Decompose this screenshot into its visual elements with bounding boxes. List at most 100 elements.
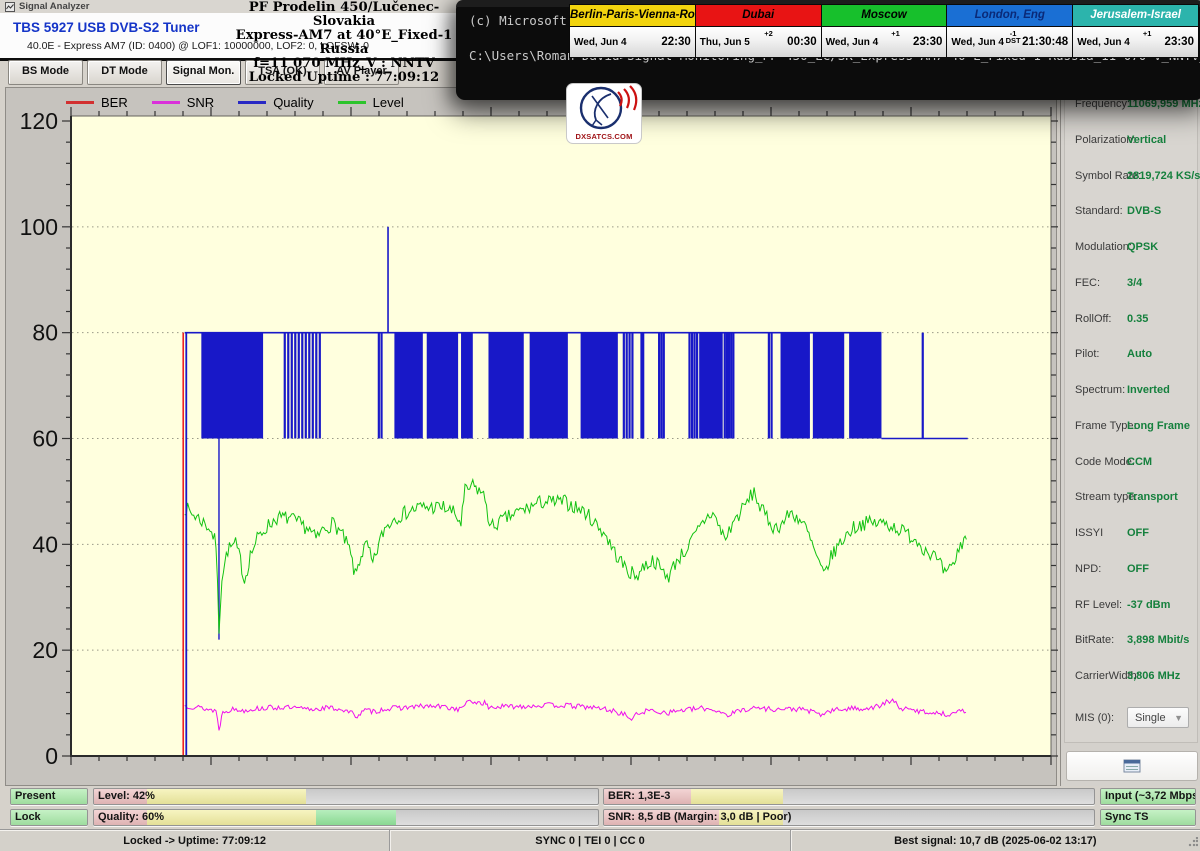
- clock-offset: +1: [1143, 30, 1152, 37]
- param-row: Code Mode:CCM: [1065, 456, 1197, 470]
- mis-select[interactable]: Single▼: [1127, 707, 1189, 728]
- param-row: RollOff: 0.35: [1065, 313, 1197, 327]
- statusbar-cell: Locked -> Uptime: 77:09:12: [0, 830, 390, 851]
- param-value: QPSK: [1127, 241, 1158, 253]
- param-row: Symbol Rate:2819,724 KS/s: [1065, 170, 1197, 184]
- station-overlay-header: PF Prodelin 450/Lučenec-Slovakia Express…: [230, 1, 458, 85]
- legend-item-quality: Quality: [238, 95, 313, 110]
- param-value: 0.35: [1127, 313, 1148, 325]
- progress-bar-snr: SNR: 8,5 dB (Margin: 3,0 dB | Poor): [603, 809, 1095, 826]
- statusbar-cell: SYNC 0 | TEI 0 | CC 0: [390, 830, 790, 851]
- sidebar-tool-button[interactable]: [1066, 751, 1198, 781]
- param-label: RollOff:: [1075, 313, 1111, 325]
- param-label: Pilot:: [1075, 348, 1099, 360]
- progress-segment: [147, 810, 316, 825]
- param-value: 3/4: [1127, 277, 1142, 289]
- progress-label: Sync TS: [1105, 811, 1148, 823]
- svg-text:0: 0: [45, 743, 58, 769]
- param-label: Code Mode:: [1075, 456, 1135, 468]
- clock-date: Wed, Jun 4: [1077, 37, 1130, 48]
- param-value: DVB-S: [1127, 205, 1161, 217]
- dxsatcs-logo: DXSATCS.COM: [566, 83, 642, 144]
- clock-date: Wed, Jun 4: [574, 37, 627, 48]
- signal-history-chart: 0 20 40 60 80 100 120: [6, 88, 1058, 787]
- clock-city: Berlin-Paris-Vienna-Roma: [570, 5, 695, 27]
- progress-label: BER: 1,3E-3: [608, 790, 670, 802]
- progress-segment: [147, 789, 306, 804]
- statusbar-cell: Best signal: 10,7 dB (2025-06-02 13:17): [791, 830, 1200, 851]
- progress-bar-present: Present: [10, 788, 88, 805]
- legend-swatch: [238, 101, 266, 104]
- progress-bar-sync-ts: Sync TS: [1100, 809, 1196, 826]
- clock-offset: -1DST: [1006, 30, 1021, 44]
- svg-text:40: 40: [32, 531, 58, 557]
- progress-bar-input-3-72-mbps-: Input (~3,72 Mbps): [1100, 788, 1196, 805]
- param-label: NPD:: [1075, 563, 1101, 575]
- param-value: 2819,724 KS/s: [1127, 170, 1200, 182]
- param-value: Vertical: [1127, 134, 1166, 146]
- param-row: BitRate:3,898 Mbit/s: [1065, 634, 1197, 648]
- param-row: CarrierWidth:3,806 MHz: [1065, 670, 1197, 684]
- window-title: Signal Analyzer: [19, 1, 89, 12]
- tab-dt-mode[interactable]: DT Mode: [87, 60, 162, 85]
- list-icon: [1123, 759, 1141, 773]
- parameters-sidebar: Frequency:11069,959 MHz Polarization:Vert…: [1060, 87, 1200, 786]
- param-row: NPD: OFF: [1065, 563, 1197, 577]
- param-value: Inverted: [1127, 384, 1170, 396]
- overlay-line: Express-AM7 at 40°E_Fixed-1 Russia: [230, 29, 458, 57]
- param-value: Long Frame: [1127, 420, 1190, 432]
- overlay-line: f=11 070 MHz_V : NNTV: [230, 57, 458, 71]
- clock-date: Wed, Jun 4: [951, 37, 1004, 48]
- legend-label: Quality: [273, 95, 313, 110]
- svg-text:20: 20: [32, 637, 58, 663]
- progress-segment: [691, 789, 784, 804]
- legend-item-level: Level: [338, 95, 404, 110]
- signal-chart-panel: BERSNRQualityLevel 020406080100120 DXSAT…: [5, 87, 1057, 786]
- clock-time: 00:30: [787, 36, 816, 48]
- clock-date: Thu, Jun 5: [700, 37, 750, 48]
- satellite-dish-icon: [568, 84, 640, 130]
- clock-dubai: DubaiThu, Jun 5+200:30: [695, 5, 821, 57]
- param-label: RF Level:: [1075, 599, 1122, 611]
- param-row: RF Level: -37 dBm: [1065, 599, 1197, 613]
- legend-item-ber: BER: [66, 95, 128, 110]
- svg-text:120: 120: [20, 108, 58, 134]
- param-value: 3,898 Mbit/s: [1127, 634, 1189, 646]
- param-label: Standard:: [1075, 205, 1123, 217]
- clock-time: 21:30:48: [1022, 36, 1068, 48]
- param-value: OFF: [1127, 563, 1149, 575]
- param-value: CCM: [1127, 456, 1152, 468]
- clock-time: 23:30: [913, 36, 942, 48]
- param-label: MIS (0):: [1075, 712, 1114, 724]
- clock-time-row: Wed, Jun 4 22:30: [570, 27, 695, 57]
- tab-bs-mode[interactable]: BS Mode: [8, 60, 83, 85]
- overlay-line: Locked Uptime : 77:09:12: [230, 71, 458, 85]
- svg-text:60: 60: [32, 426, 58, 452]
- parameters-list: Frequency:11069,959 MHz Polarization:Vert…: [1064, 89, 1198, 743]
- clock-time-row: Thu, Jun 5+200:30: [696, 27, 821, 57]
- statusbar: Locked -> Uptime: 77:09:12SYNC 0 | TEI 0…: [0, 829, 1200, 851]
- world-clocks-panel: Berlin-Paris-Vienna-Roma Wed, Jun 4 22:30 D…: [569, 4, 1199, 58]
- svg-text:80: 80: [32, 320, 58, 346]
- param-label: Modulation:: [1075, 241, 1132, 253]
- progress-bar-lock: Lock: [10, 809, 88, 826]
- param-row: Pilot:Auto: [1065, 348, 1197, 362]
- chevron-down-icon: ▼: [1174, 708, 1183, 728]
- legend-label: Level: [373, 95, 404, 110]
- param-row: Modulation:QPSK: [1065, 241, 1197, 255]
- clock-jerusalem-israel: Jerusalem-IsraelWed, Jun 4+123:30: [1072, 5, 1198, 57]
- param-row: Polarization:Vertical: [1065, 134, 1197, 148]
- clock-time-row: Wed, Jun 4-1DST21:30:48: [947, 27, 1072, 57]
- param-row: Spectrum:Inverted: [1065, 384, 1197, 398]
- clock-city: London, Eng: [947, 5, 1072, 27]
- param-row: Frequency:11069,959 MHz: [1065, 98, 1197, 112]
- progress-label: Present: [15, 790, 55, 802]
- clock-time: 22:30: [661, 36, 690, 48]
- resize-grip[interactable]: [1188, 837, 1198, 847]
- param-value: -37 dBm: [1127, 599, 1170, 611]
- progress-segment: [316, 810, 397, 825]
- param-row: Frame Type:Long Frame: [1065, 420, 1197, 434]
- progress-label: SNR: 8,5 dB (Margin: 3,0 dB | Poor): [608, 811, 791, 823]
- clock-time: 23:30: [1165, 36, 1194, 48]
- svg-text:100: 100: [20, 214, 58, 240]
